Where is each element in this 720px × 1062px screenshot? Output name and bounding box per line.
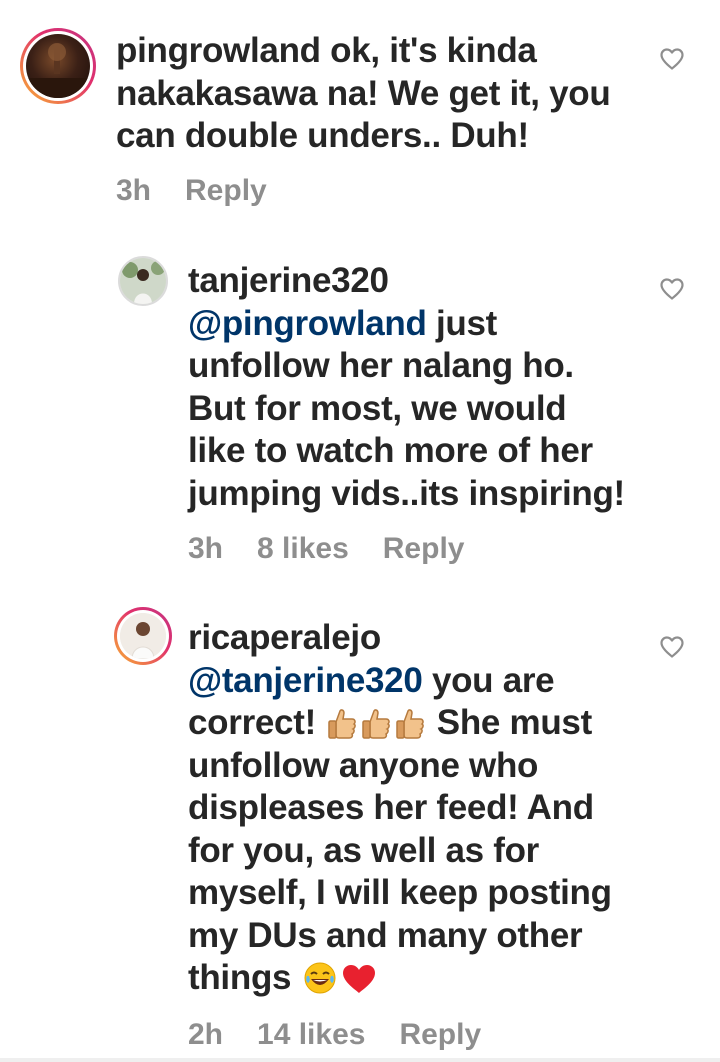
reply-button[interactable]: Reply [399,1018,481,1051]
timestamp: 2h [188,1018,224,1051]
mention-link[interactable]: @pingrowland [188,304,427,343]
username[interactable]: tanjerine320 [188,260,628,303]
avatar[interactable] [20,28,96,104]
comment-meta: 3h Reply [116,174,301,208]
timestamp: 3h [188,532,224,565]
timestamp: 3h [116,174,152,207]
likes-count[interactable]: 8 likes [257,532,349,565]
heart-outline-icon[interactable] [659,47,685,71]
reply-button[interactable]: Reply [383,532,465,565]
comment-tanjerine320: tanjerine320 @pingrowland just unfollow … [0,230,720,600]
comment-text: tanjerine320 @pingrowland just unfollow … [188,260,628,515]
comment-text: ricaperalejo @tanjerine320 you are corre… [188,617,633,1000]
comment-meta: 2h 14 likes Reply [188,1018,515,1052]
divider [0,1058,720,1062]
red-heart-emoji [342,965,375,993]
comment-ricaperalejo: ricaperalejo @tanjerine320 you are corre… [0,600,720,1062]
likes-count[interactable]: 14 likes [257,1018,365,1051]
avatar[interactable] [114,607,172,665]
username[interactable]: pingrowland [116,31,321,70]
reply-button[interactable]: Reply [185,174,267,207]
tears-of-joy-emoji [304,962,336,994]
thumbs-up-emoji [396,709,425,739]
comment-pingrowland: pingrowland ok, it's kinda nakakasawa na… [0,0,720,230]
avatar[interactable] [118,256,168,306]
comment-meta: 3h 8 likes Reply [188,532,498,566]
mention-link[interactable]: @tanjerine320 [188,661,423,700]
username[interactable]: ricaperalejo [188,617,633,660]
comment-text: pingrowland ok, it's kinda nakakasawa na… [116,30,636,158]
thumbs-up-emoji [328,709,357,739]
heart-outline-icon[interactable] [659,277,685,301]
comment-body: She must unfollow anyone who displeases … [188,703,612,997]
thumbs-up-emoji [362,709,391,739]
heart-outline-icon[interactable] [659,635,685,659]
